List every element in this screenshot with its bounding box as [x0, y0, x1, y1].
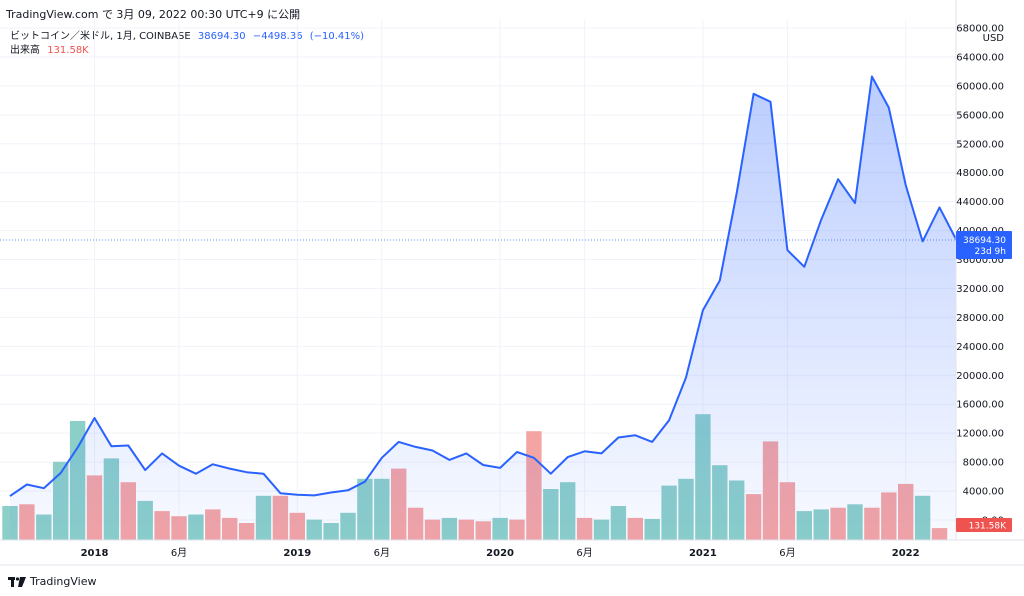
- tradingview-logo-icon: [8, 576, 26, 587]
- y-tick-label: 64000.00: [956, 52, 1004, 63]
- y-tick-label: 8000.00: [963, 458, 1004, 469]
- y-tick-label: 28000.00: [956, 313, 1004, 324]
- x-tick-label: 6月: [374, 547, 390, 559]
- y-tick-label: 4000.00: [963, 487, 1004, 498]
- x-tick-label: 2022: [892, 548, 920, 559]
- price-badge-countdown: 23d 9h: [975, 247, 1006, 257]
- x-tick-label: 2021: [689, 548, 717, 559]
- y-tick-label: 44000.00: [956, 197, 1004, 208]
- x-tick-label: 2018: [81, 548, 109, 559]
- x-tick-label: 2019: [283, 548, 311, 559]
- y-tick-label: 12000.00: [956, 429, 1004, 440]
- y-tick-label: 20000.00: [956, 371, 1004, 382]
- price-badge-value: 38694.30: [963, 236, 1006, 246]
- price-area: [10, 76, 957, 540]
- x-tick-label: 6月: [576, 547, 592, 559]
- x-tick-label: 6月: [779, 547, 795, 559]
- y-tick-label: 48000.00: [956, 168, 1004, 179]
- x-tick-label: 2020: [486, 548, 514, 559]
- y-tick-label: 32000.00: [956, 284, 1004, 295]
- currency-label: USD: [983, 33, 1005, 44]
- footer-brand-label: TradingView: [30, 575, 97, 588]
- y-tick-label: 16000.00: [956, 400, 1004, 411]
- volume-badge-value: 131.58K: [969, 522, 1007, 532]
- y-tick-label: 52000.00: [956, 139, 1004, 150]
- y-tick-label: 60000.00: [956, 81, 1004, 92]
- y-tick-label: 56000.00: [956, 110, 1004, 121]
- x-tick-label: 6月: [171, 547, 187, 559]
- price-chart[interactable]: 68000.0064000.0060000.0056000.0052000.00…: [0, 0, 1024, 596]
- y-tick-label: 24000.00: [956, 342, 1004, 353]
- footer-brand[interactable]: TradingView: [8, 575, 96, 588]
